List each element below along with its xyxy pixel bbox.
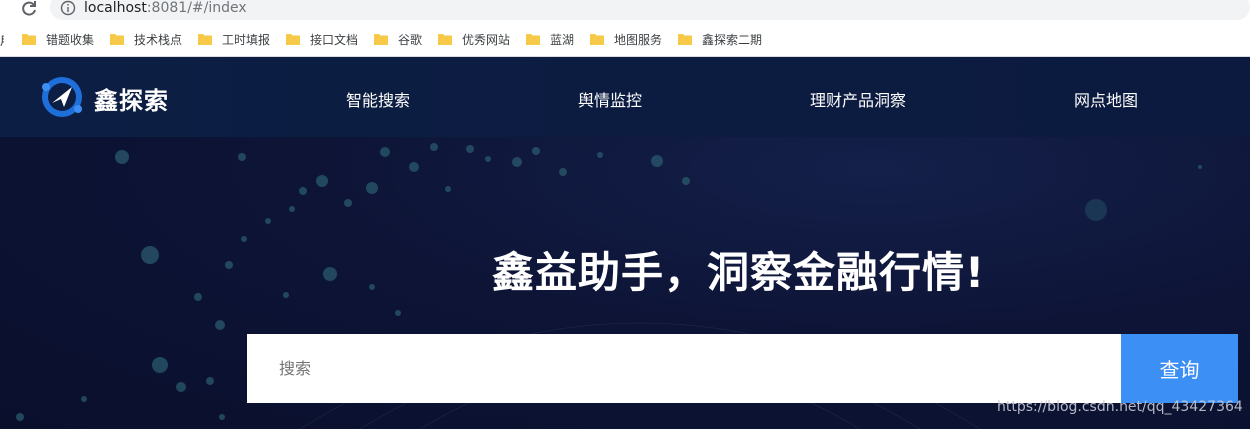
folder-icon xyxy=(22,34,36,45)
site-page: 鑫探索 智能搜索 舆情监控 理财产品洞察 网点地图 鑫益助手，洞察金融行情! 查… xyxy=(0,57,1250,429)
folder-icon xyxy=(590,34,604,45)
bookmark-label: 优秀网站 xyxy=(462,32,511,47)
bookmark-partial[interactable]: 用 xyxy=(0,32,4,49)
bookmark-label: 工时填报 xyxy=(222,32,271,47)
url-host: localhost xyxy=(84,0,147,16)
bookmark-item[interactable]: 工时填报 xyxy=(198,31,270,47)
nav-smart-search[interactable]: 智能搜索 xyxy=(346,87,410,111)
nav-sentiment-monitor[interactable]: 舆情监控 xyxy=(578,87,642,111)
reload-icon[interactable] xyxy=(20,0,38,18)
logo-icon[interactable] xyxy=(38,73,86,121)
nav-branch-map[interactable]: 网点地图 xyxy=(1074,87,1138,111)
watermark-text: https://blog.csdn.net/qq_43427364 xyxy=(997,399,1243,415)
folder-icon xyxy=(678,34,692,45)
bookmark-item[interactable]: 谷歌 xyxy=(374,31,422,47)
logo-text[interactable]: 鑫探索 xyxy=(94,81,169,116)
bookmark-label: 鑫探索二期 xyxy=(702,32,763,47)
info-icon[interactable] xyxy=(60,0,76,16)
top-navigation: 鑫探索 智能搜索 舆情监控 理财产品洞察 网点地图 xyxy=(0,57,1250,137)
browser-address-bar: localhost:8081/#/index xyxy=(0,0,1250,23)
hero-headline: 鑫益助手，洞察金融行情! xyxy=(492,248,986,297)
bookmarks-bar: 用 错题收集 技术栈点 工时填报 接口文档 谷歌 优秀网站 蓝湖 地图服务 鑫探… xyxy=(0,22,1250,57)
bookmark-label: 地图服务 xyxy=(614,32,663,47)
bookmark-item[interactable]: 技术栈点 xyxy=(110,31,182,47)
bookmark-label: 谷歌 xyxy=(398,32,423,47)
bookmark-item[interactable]: 优秀网站 xyxy=(438,31,510,47)
folder-icon xyxy=(374,34,388,45)
bookmark-item[interactable]: 错题收集 xyxy=(22,31,94,47)
search-button[interactable]: 查询 xyxy=(1121,334,1238,403)
search-input[interactable] xyxy=(247,334,1121,403)
bookmark-item[interactable]: 蓝湖 xyxy=(526,31,574,47)
url-path: :8081/#/index xyxy=(146,0,247,16)
bookmark-item[interactable]: 接口文档 xyxy=(286,31,358,47)
bookmark-label: 接口文档 xyxy=(310,32,359,47)
nav-wealth-products[interactable]: 理财产品洞察 xyxy=(810,87,906,111)
folder-icon xyxy=(286,34,300,45)
folder-icon xyxy=(198,34,212,45)
folder-icon xyxy=(526,34,540,45)
bookmark-label: 蓝湖 xyxy=(550,32,575,47)
bookmark-label: 技术栈点 xyxy=(134,32,183,47)
folder-icon xyxy=(438,34,452,45)
bookmark-item[interactable]: 鑫探索二期 xyxy=(678,31,762,47)
folder-icon xyxy=(110,34,124,45)
bookmark-item[interactable]: 地图服务 xyxy=(590,31,662,47)
url-text[interactable]: localhost:8081/#/index xyxy=(84,0,247,16)
bookmark-label: 错题收集 xyxy=(46,32,95,47)
